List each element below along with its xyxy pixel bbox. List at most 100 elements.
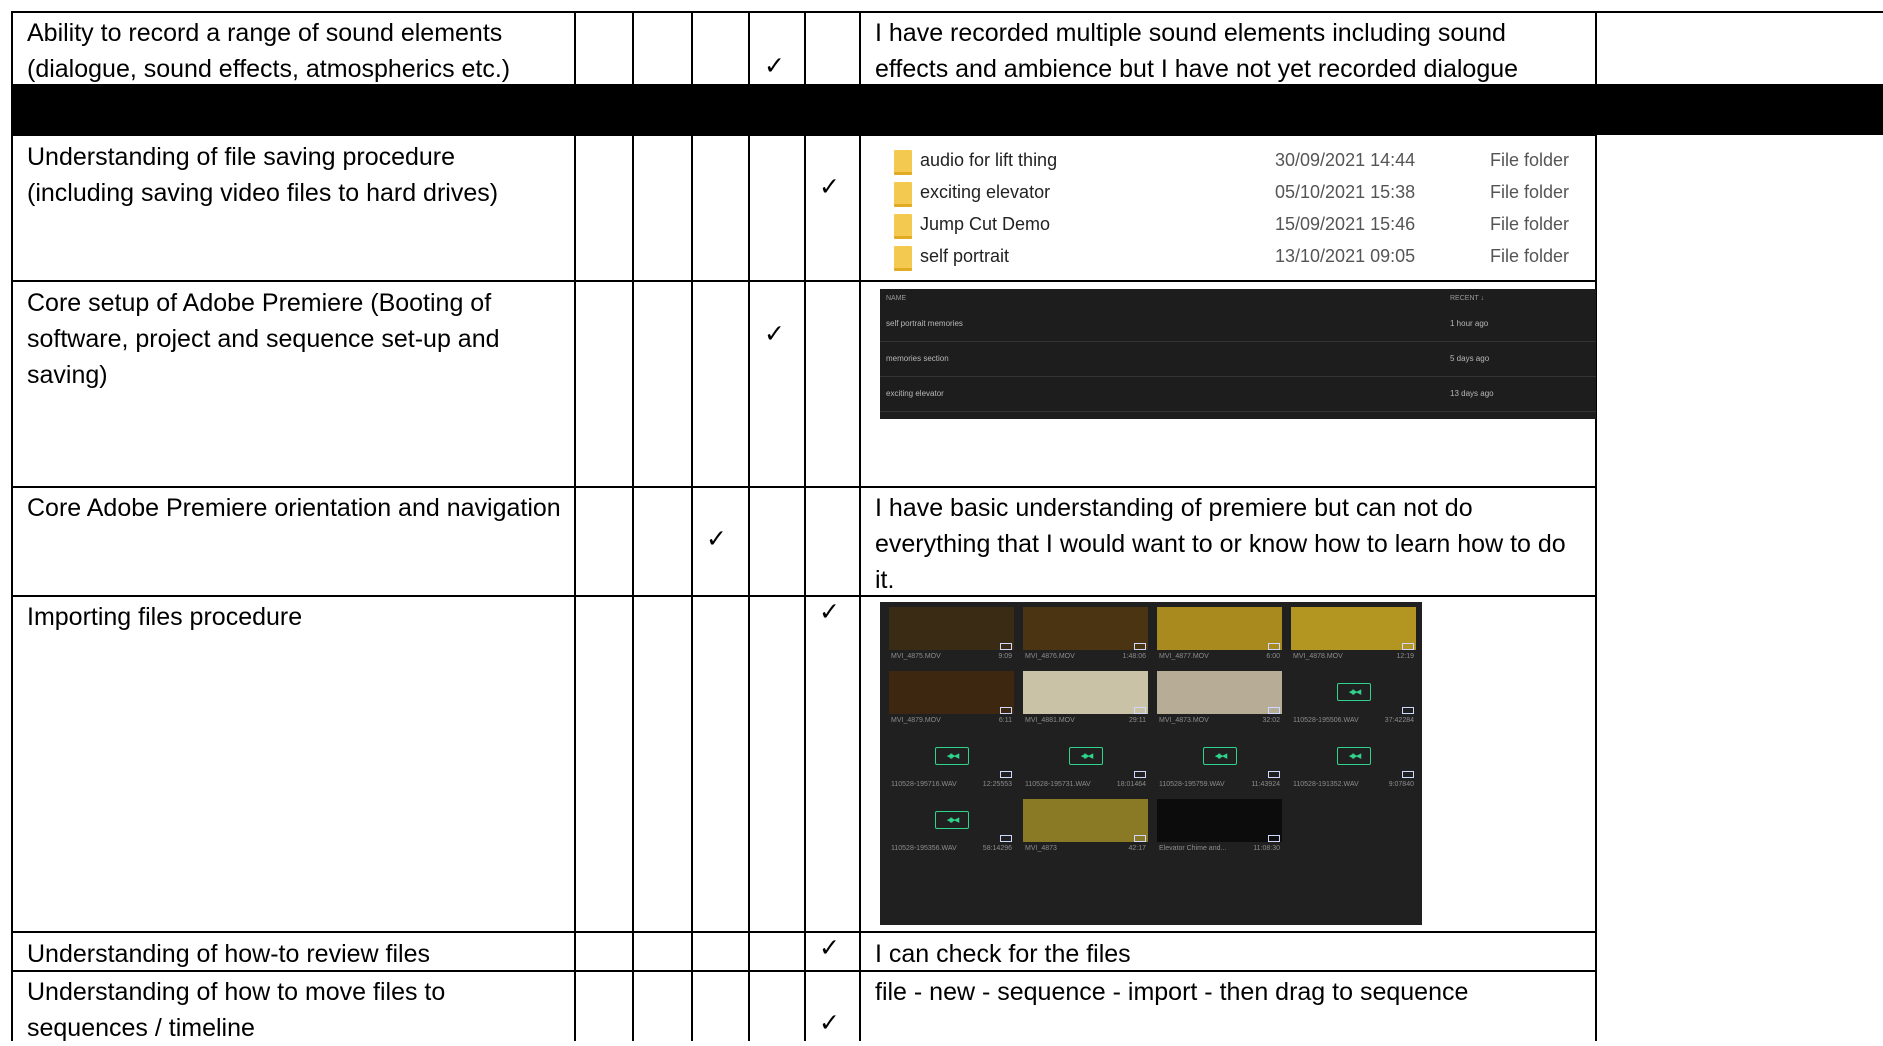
folder-icon	[894, 246, 912, 271]
clip-name: MVI_4877.MOV	[1159, 653, 1209, 660]
clip-type-icon	[1000, 835, 1012, 842]
bin-clip-tile[interactable]: ◂▸◂ 110528-195716.WAV 12:25553	[889, 735, 1014, 799]
clip-type-icon	[1134, 643, 1146, 650]
clip-name: 110528-195716.WAV	[891, 781, 957, 788]
recent-project-row: exciting elevator 13 days ago	[880, 377, 1596, 412]
clip-name: MVI_4879.MOV	[891, 717, 941, 724]
bin-clip-tile[interactable]: MVI_4873.MOV 32:02	[1157, 671, 1282, 735]
bin-clip-tile[interactable]: ◂▸◂ 110528-195759.WAV 11:43924	[1157, 735, 1282, 799]
grid-line	[859, 11, 861, 1041]
clip-duration: 9:07840	[1388, 781, 1414, 788]
clip-type-icon	[1268, 707, 1280, 714]
file-name: exciting elevator	[920, 182, 1051, 202]
skill-text: Core Adobe Premiere orientation and navi…	[27, 494, 561, 522]
video-clip-thumbnail	[1023, 607, 1148, 650]
grid-line	[632, 11, 634, 1041]
bin-clip-tile[interactable]: MVI_4881.MOV 29:11	[1023, 671, 1148, 735]
file-name: Jump Cut Demo	[920, 214, 1051, 234]
bin-clip-tile[interactable]: MVI_4875.MOV 9:09	[889, 607, 1014, 671]
bin-clip-tile[interactable]: ◂▸◂ 110528-195506.WAV 37:42284	[1291, 671, 1416, 735]
clip-name: MVI_4878.MOV	[1293, 653, 1343, 660]
audio-clip-thumbnail: ◂▸◂	[889, 735, 1014, 778]
file-name: self portrait	[920, 246, 1010, 266]
premiere-recent-panel: NAME RECENT ↓ self portrait memories 1 h…	[880, 289, 1596, 419]
bin-clip-tile[interactable]: ◂▸◂ 110528-191352.WAV 9:07840	[1291, 735, 1416, 799]
skill-text: Understanding of how to move files to se…	[27, 978, 446, 1042]
bin-clip-tile[interactable]: MVI_4873 42:17	[1023, 799, 1148, 863]
file-type: File folder	[1490, 182, 1570, 202]
audio-clip-thumbnail: ◂▸◂	[1157, 735, 1282, 778]
clip-type-icon	[1268, 835, 1280, 842]
folder-icon	[894, 214, 912, 239]
clip-type-icon	[1402, 643, 1414, 650]
check-mark: ✓	[819, 173, 840, 201]
comment-text: I have basic understanding of premiere b…	[875, 494, 1566, 594]
file-name: audio for lift thing	[920, 150, 1058, 170]
check-mark: ✓	[819, 598, 840, 626]
name-column-header: NAME	[886, 295, 907, 302]
check-mark: ✓	[819, 1009, 840, 1037]
file-type: File folder	[1490, 246, 1570, 266]
folder-icon	[894, 150, 912, 175]
project-time: 13 days ago	[1450, 389, 1494, 398]
clip-name: 110528-195759.WAV	[1159, 781, 1225, 788]
clip-name: MVI_4873.MOV	[1159, 717, 1209, 724]
bin-clip-tile[interactable]: MVI_4878.MOV 12:19	[1291, 607, 1416, 671]
clip-type-icon	[1134, 835, 1146, 842]
check-mark: ✓	[706, 525, 727, 553]
skill-text: Importing files procedure	[27, 603, 303, 631]
file-date: 05/10/2021 15:38	[1275, 182, 1416, 202]
clip-type-icon	[1268, 771, 1280, 778]
video-clip-thumbnail	[1023, 799, 1148, 842]
clip-type-icon	[1134, 771, 1146, 778]
grid-line	[11, 11, 13, 1041]
clip-duration: 1:48:06	[1122, 653, 1146, 660]
project-name: memories section	[886, 354, 949, 363]
clip-duration: 9:09	[998, 653, 1012, 660]
comment-text: I have recorded multiple sound elements …	[875, 19, 1519, 83]
audio-clip-thumbnail: ◂▸◂	[889, 799, 1014, 842]
video-clip-thumbnail	[1157, 607, 1282, 650]
clip-name: 110528-195506.WAV	[1293, 717, 1359, 724]
clip-name: 110528-191352.WAV	[1293, 781, 1359, 788]
audio-clip-thumbnail: ◂▸◂	[1023, 735, 1148, 778]
clip-type-icon	[1000, 771, 1012, 778]
project-name: self portrait memories	[886, 319, 963, 328]
clip-name: 110528-195731.WAV	[1025, 781, 1091, 788]
bin-clip-tile[interactable]: Elevator Chime and... 11:08:30	[1157, 799, 1282, 863]
clip-type-icon	[1402, 707, 1414, 714]
project-name: exciting elevator	[886, 389, 944, 398]
clip-duration: 12:25553	[982, 781, 1012, 788]
bin-clip-tile[interactable]: ◂▸◂ 110528-195356.WAV 58:14296	[889, 799, 1014, 863]
grid-line	[804, 11, 806, 1041]
clip-duration: 11:43924	[1251, 781, 1280, 788]
bin-clip-tile[interactable]: MVI_4879.MOV 6:11	[889, 671, 1014, 735]
grid-line	[691, 11, 693, 1041]
file-type: File folder	[1490, 214, 1570, 234]
check-mark: ✓	[819, 934, 840, 962]
audio-clip-thumbnail: ◂▸◂	[1291, 671, 1416, 714]
bin-clip-tile[interactable]: MVI_4876.MOV 1:48:06	[1023, 607, 1148, 671]
video-clip-thumbnail	[1157, 671, 1282, 714]
bin-clip-tile[interactable]: MVI_4877.MOV 6:00	[1157, 607, 1282, 671]
clip-duration: 58:14296	[982, 845, 1012, 852]
section-divider-bar	[11, 84, 1883, 135]
comment-text: file - new - sequence - import - then dr…	[875, 978, 1469, 1006]
clip-duration: 11:08:30	[1253, 845, 1280, 852]
clip-duration: 29:11	[1129, 717, 1146, 724]
waveform-icon: ◂▸◂	[935, 747, 969, 765]
skill-text: Understanding of how-to review files	[27, 940, 430, 968]
bin-clip-tile[interactable]: ◂▸◂ 110528-195731.WAV 18:01464	[1023, 735, 1148, 799]
waveform-icon: ◂▸◂	[935, 811, 969, 829]
audio-clip-thumbnail: ◂▸◂	[1291, 735, 1416, 778]
clip-duration: 6:11	[998, 717, 1012, 724]
project-time: 5 days ago	[1450, 354, 1490, 363]
clip-name: MVI_4875.MOV	[891, 653, 941, 660]
skill-text: Understanding of file saving procedure (…	[27, 143, 499, 207]
clip-name: MVI_4873	[1025, 845, 1057, 852]
clip-name: MVI_4876.MOV	[1025, 653, 1075, 660]
video-clip-thumbnail	[1157, 799, 1282, 842]
clip-duration: 12:19	[1396, 653, 1414, 660]
clip-duration: 37:42284	[1384, 717, 1414, 724]
comment-text: I can check for the files	[875, 940, 1131, 968]
